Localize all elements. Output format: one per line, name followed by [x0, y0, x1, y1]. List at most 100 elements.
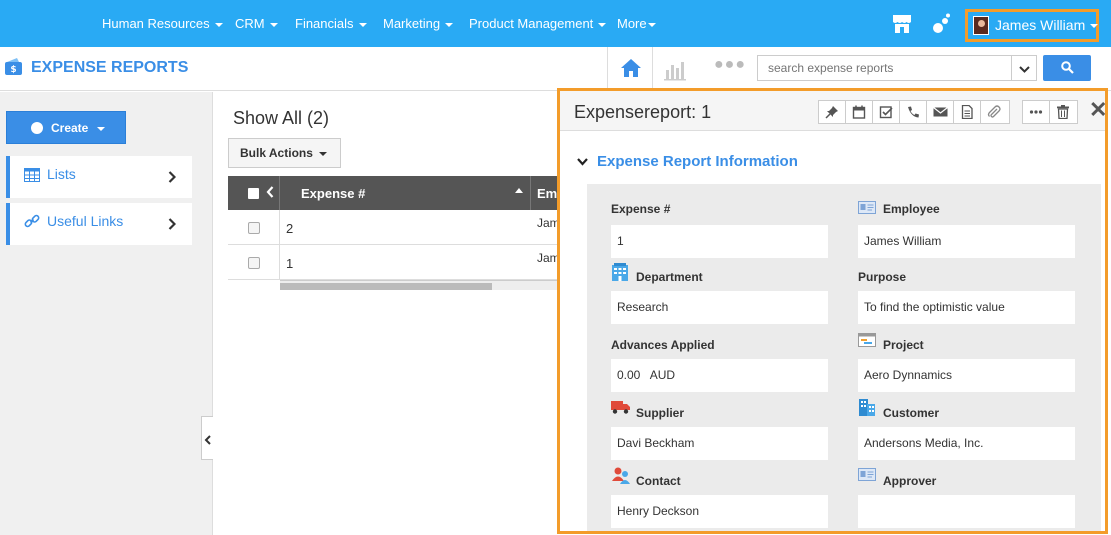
caret-down-icon [647, 22, 656, 27]
svg-text:$: $ [10, 65, 16, 75]
nav-marketing[interactable]: Marketing [383, 0, 454, 47]
call-button[interactable] [900, 101, 927, 123]
column-header-expense-number[interactable]: Expense # [301, 186, 365, 201]
table-header: Expense # Em [228, 176, 568, 210]
caret-down-icon [445, 22, 454, 27]
search-input[interactable] [757, 55, 1012, 81]
row-checkbox[interactable] [248, 257, 260, 269]
nav-label: Marketing [383, 16, 441, 31]
nav-human-resources[interactable]: Human Resources [102, 0, 223, 47]
select-all-checkbox[interactable] [248, 188, 259, 199]
field-value-department: Research [611, 291, 828, 324]
bulk-actions-button[interactable]: Bulk Actions [228, 138, 341, 168]
document-button[interactable] [954, 101, 981, 123]
caret-down-icon [214, 22, 223, 27]
chevron-right-icon [168, 171, 176, 183]
nav-label: More [617, 16, 647, 31]
more-options-icon[interactable]: ●●● [714, 56, 746, 74]
panel-header: Expensereport: 1 ✕ [560, 91, 1105, 131]
nav-label: Financials [295, 16, 354, 31]
chevron-down-icon [577, 158, 588, 166]
expense-wallet-icon: $ [5, 58, 22, 75]
column-header-employee[interactable]: Em [537, 186, 557, 201]
field-value-project: Aero Dynnamics [858, 359, 1075, 392]
task-button[interactable] [873, 101, 900, 123]
nav-product-management[interactable]: Product Management [469, 0, 607, 47]
attachment-button[interactable] [981, 101, 1008, 123]
field-label-supplier: Supplier [636, 406, 685, 420]
email-button[interactable] [927, 101, 954, 123]
field-label-employee: Employee [883, 202, 940, 216]
store-icon[interactable] [890, 12, 914, 36]
checkbox-task-icon [879, 106, 893, 119]
pin-icon [825, 106, 838, 119]
apps-bubbles-icon[interactable] [930, 12, 954, 36]
table-icon [24, 168, 40, 182]
bar-chart-icon[interactable] [663, 59, 687, 81]
caret-down-icon [269, 22, 278, 27]
home-tab[interactable] [607, 47, 653, 91]
section-title: Expense Report Information [597, 153, 798, 170]
field-label-expense-number: Expense # [611, 202, 671, 216]
pin-button[interactable] [819, 101, 846, 123]
column-divider [279, 210, 280, 245]
top-navigation: Human Resources CRM Financials Marketing… [0, 0, 1111, 47]
field-value-purpose: To find the optimistic value [858, 291, 1075, 324]
sidebar: Create Lists Useful Links [0, 92, 213, 535]
avatar [973, 16, 989, 35]
document-icon [961, 105, 973, 119]
calendar-button[interactable] [846, 101, 873, 123]
sidebar-item-useful-links[interactable]: Useful Links [6, 203, 192, 245]
sidebar-item-lists[interactable]: Lists [6, 156, 192, 198]
row-checkbox[interactable] [248, 222, 260, 234]
column-divider [279, 176, 280, 210]
detail-panel: Expensereport: 1 ✕ Expense Report Inform… [557, 88, 1108, 534]
create-button[interactable]: Create [6, 111, 126, 144]
office-icon [859, 399, 875, 416]
close-icon[interactable]: ✕ [1089, 99, 1105, 121]
search-button[interactable] [1043, 55, 1091, 81]
search-icon [1061, 61, 1074, 74]
calendar-icon [852, 105, 866, 119]
horizontal-scrollbar[interactable] [280, 280, 568, 290]
chevron-left-icon[interactable] [266, 186, 274, 198]
sidebar-collapse-toggle[interactable] [201, 416, 213, 460]
record-actions-toolbar [818, 100, 1010, 124]
field-label-approver: Approver [883, 474, 937, 488]
panel-title: Expensereport: 1 [574, 102, 712, 122]
chevron-down-icon [1019, 66, 1030, 73]
phone-icon [908, 106, 919, 118]
caret-down-icon [318, 151, 327, 156]
create-label: Create [51, 121, 89, 135]
delete-button[interactable] [1050, 101, 1077, 123]
user-menu[interactable]: James William [965, 9, 1099, 42]
envelope-icon [933, 107, 948, 117]
ellipsis-icon [1029, 110, 1043, 114]
trash-icon [1057, 105, 1069, 119]
nav-label: Human Resources [102, 16, 210, 31]
nav-label: Product Management [469, 16, 594, 31]
nav-more[interactable]: More [617, 0, 656, 47]
module-bar: $ EXPENSE REPORTS ●●● [0, 47, 1111, 91]
nav-crm[interactable]: CRM [235, 0, 278, 47]
more-actions-button[interactable] [1023, 101, 1050, 123]
caret-down-icon [1090, 24, 1099, 29]
field-value-contact: Henry Deckson [611, 495, 828, 528]
paperclip-icon [987, 105, 1001, 118]
field-label-contact: Contact [636, 474, 681, 488]
nav-financials[interactable]: Financials [295, 0, 367, 47]
plus-circle-icon [31, 122, 43, 134]
search-dropdown[interactable] [1012, 55, 1037, 81]
link-icon [24, 214, 40, 228]
field-label-advances-applied: Advances Applied [611, 338, 715, 352]
sort-ascending-icon[interactable] [515, 188, 523, 193]
table-row[interactable]: 1 Jam [228, 245, 568, 280]
table-row[interactable]: 2 Jam [228, 210, 568, 245]
scrollbar-thumb[interactable] [280, 283, 492, 290]
field-label-customer: Customer [883, 406, 940, 420]
field-value-approver [858, 495, 1075, 528]
contacts-icon [612, 467, 630, 484]
cell-expense-number: 1 [286, 256, 294, 271]
column-divider [279, 245, 280, 280]
section-header-expense-info[interactable]: Expense Report Information [577, 153, 798, 170]
